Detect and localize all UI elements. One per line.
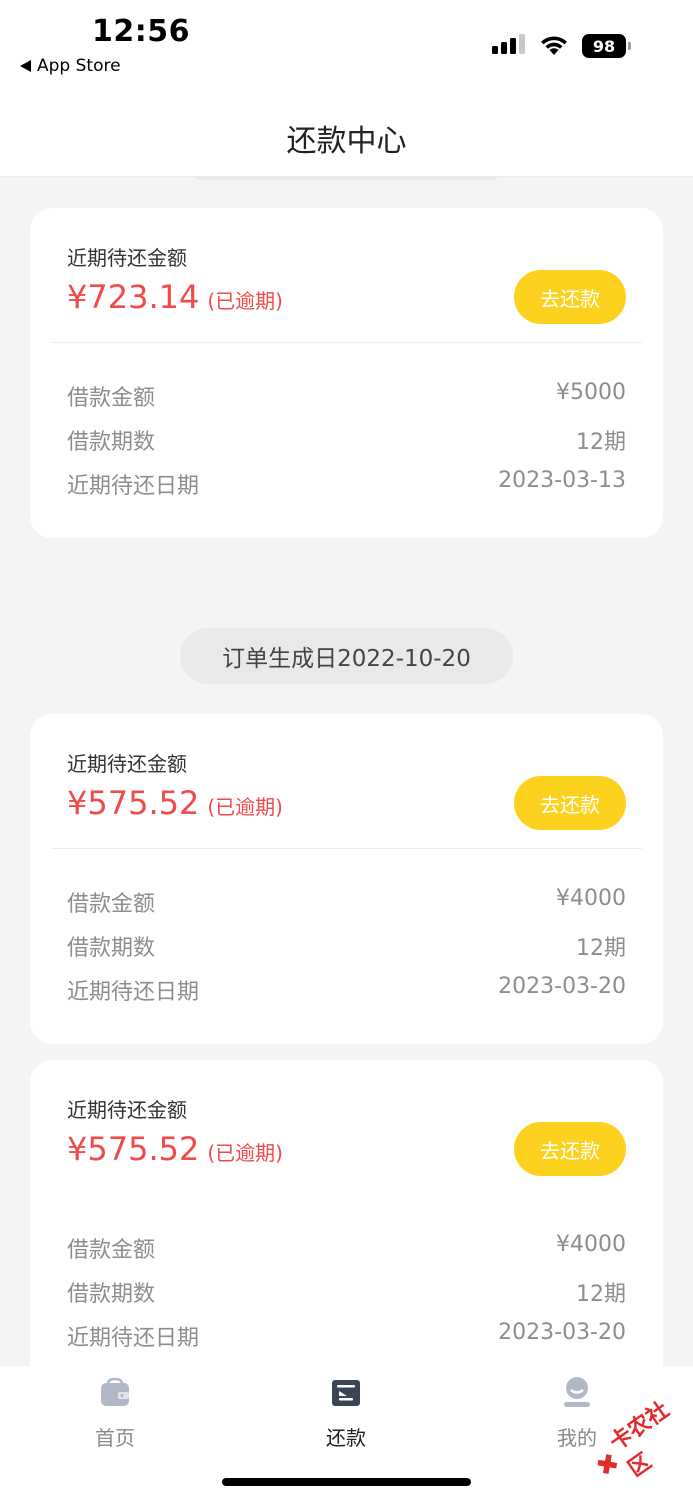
- amount-row: ¥575.52 (已逾期): [67, 1130, 283, 1168]
- loan-amount-label: 借款金额: [67, 892, 156, 917]
- loan-periods-label: 借款期数: [67, 1282, 156, 1307]
- due-date-row: 近期待还日期 2023-03-20: [67, 1320, 626, 1352]
- overdue-tag: (已逾期): [207, 795, 283, 819]
- loan-periods-row: 借款期数 12期: [67, 1276, 626, 1308]
- status-time: 12:56: [92, 14, 190, 49]
- nav-header: 还款中心: [0, 90, 693, 177]
- loan-card: 近期待还金额 ¥575.52 (已逾期) 去还款 借款金额 ¥4000 借款期数…: [30, 1060, 663, 1390]
- loan-card: 近期待还金额 ¥575.52 (已逾期) 去还款 借款金额 ¥4000 借款期数…: [30, 714, 663, 1044]
- home-indicator[interactable]: [222, 1478, 471, 1486]
- loan-amount-row: 借款金额 ¥4000: [67, 1232, 626, 1264]
- due-amount: ¥575.52: [67, 1130, 200, 1168]
- overdue-tag: (已逾期): [207, 289, 283, 313]
- due-date-value: 2023-03-20: [498, 974, 626, 999]
- order-date-pill: 订单生成日2022-10-20: [180, 628, 513, 684]
- loan-amount-value: ¥4000: [556, 1232, 626, 1257]
- divider: [52, 342, 642, 343]
- loan-amount-value: ¥5000: [556, 380, 626, 405]
- tab-repay-label: 还款: [326, 1426, 366, 1450]
- divider: [52, 848, 642, 849]
- tab-home[interactable]: 首页: [55, 1376, 175, 1451]
- loan-amount-value: ¥4000: [556, 886, 626, 911]
- status-bar: 12:56 App Store 98: [0, 0, 693, 90]
- tab-home-label: 首页: [95, 1426, 135, 1450]
- recent-due-label: 近期待还金额: [67, 1098, 187, 1122]
- loan-card: 近期待还金额 ¥723.14 (已逾期) 去还款 借款金额 ¥5000 借款期数…: [30, 208, 663, 538]
- loan-periods-value: 12期: [576, 936, 626, 961]
- amount-row: ¥723.14 (已逾期): [67, 278, 283, 316]
- loan-amount-label: 借款金额: [67, 386, 156, 411]
- due-date-row: 近期待还日期 2023-03-13: [67, 468, 626, 500]
- loan-periods-value: 12期: [576, 430, 626, 455]
- overdue-tag: (已逾期): [207, 1141, 283, 1165]
- amount-row: ¥575.52 (已逾期): [67, 784, 283, 822]
- tab-repay[interactable]: 还款: [286, 1376, 406, 1451]
- battery-level: 98: [582, 34, 626, 58]
- recent-due-label: 近期待还金额: [67, 246, 187, 270]
- repay-button[interactable]: 去还款: [514, 270, 626, 324]
- back-arrow-icon: [20, 60, 31, 72]
- scrolled-date-pill-edge: [195, 176, 497, 180]
- due-date-value: 2023-03-20: [498, 1320, 626, 1345]
- due-date-label: 近期待还日期: [67, 980, 200, 1005]
- loan-periods-value: 12期: [576, 1282, 626, 1307]
- battery-icon: 98: [582, 34, 631, 58]
- loan-amount-row: 借款金额 ¥4000: [67, 886, 626, 918]
- loan-periods-label: 借款期数: [67, 936, 156, 961]
- due-date-label: 近期待还日期: [67, 1326, 200, 1351]
- due-amount: ¥575.52: [67, 784, 200, 822]
- due-date-label: 近期待还日期: [67, 474, 200, 499]
- wifi-icon: [541, 36, 567, 55]
- due-amount: ¥723.14: [67, 278, 200, 316]
- repay-button[interactable]: 去还款: [514, 776, 626, 830]
- loan-amount-row: 借款金额 ¥5000: [67, 380, 626, 412]
- recent-due-label: 近期待还金额: [67, 752, 187, 776]
- loan-periods-row: 借款期数 12期: [67, 424, 626, 456]
- due-date-row: 近期待还日期 2023-03-20: [67, 974, 626, 1006]
- back-app-label: App Store: [37, 56, 121, 76]
- profile-icon: [564, 1377, 590, 1407]
- due-date-value: 2023-03-13: [498, 468, 626, 493]
- loan-periods-row: 借款期数 12期: [67, 930, 626, 962]
- back-to-app-store[interactable]: App Store: [20, 56, 121, 76]
- page-title: 还款中心: [286, 124, 407, 159]
- repay-button[interactable]: 去还款: [514, 1122, 626, 1176]
- bill-icon: [332, 1380, 360, 1406]
- cellular-signal-icon: [492, 34, 525, 54]
- loan-amount-label: 借款金额: [67, 1238, 156, 1263]
- loan-periods-label: 借款期数: [67, 430, 156, 455]
- wallet-icon: [101, 1377, 129, 1406]
